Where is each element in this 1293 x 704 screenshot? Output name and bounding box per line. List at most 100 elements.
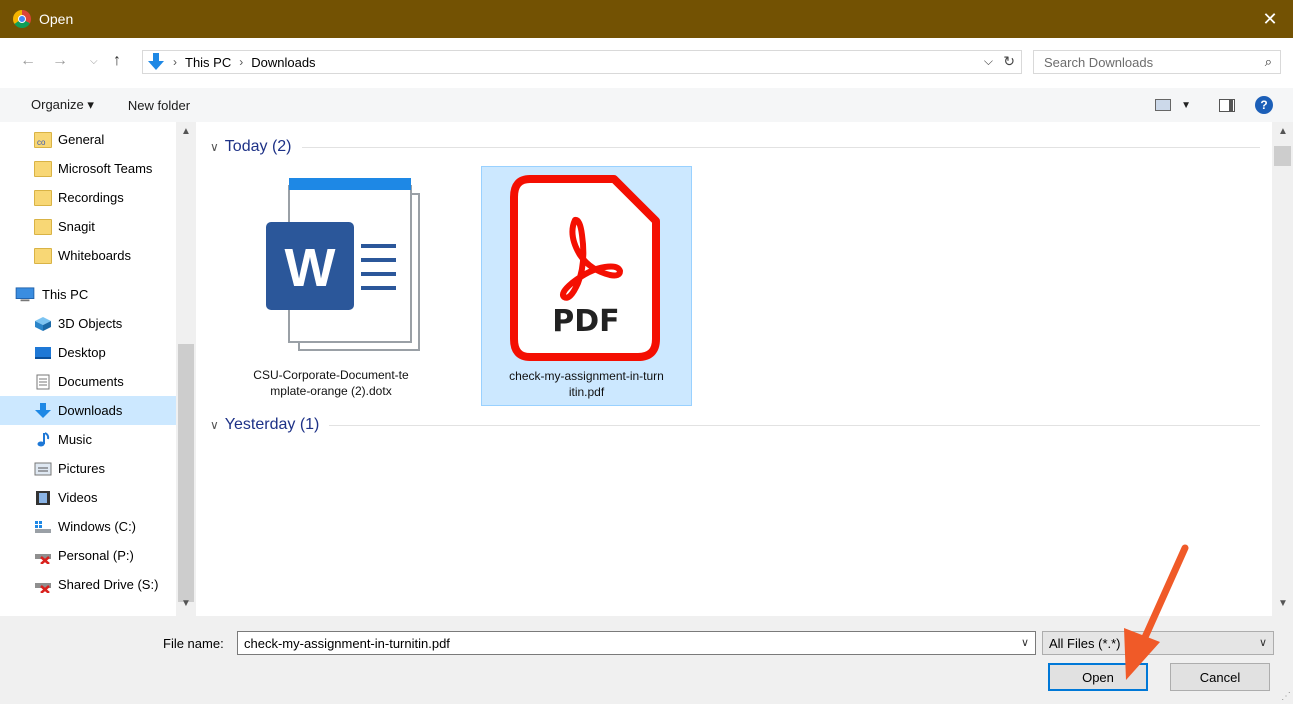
- desktop-icon: [35, 346, 51, 359]
- download-icon: [148, 53, 164, 70]
- nav-item-pictures[interactable]: Pictures: [0, 454, 176, 483]
- up-arrow-icon[interactable]: ↑: [113, 52, 121, 70]
- nav-item-label: Downloads: [58, 403, 123, 418]
- nav-item-label: This PC: [42, 287, 89, 302]
- nav-item-snagit[interactable]: Snagit: [0, 212, 176, 241]
- folder-icon: [34, 160, 52, 177]
- resize-grip-icon[interactable]: ⋰: [1281, 691, 1291, 702]
- computer-icon: [15, 286, 35, 301]
- preview-pane-icon[interactable]: [1219, 98, 1235, 112]
- scroll-up-icon[interactable]: ▲: [1278, 126, 1288, 137]
- breadcrumb-separator: ›: [239, 55, 244, 69]
- nav-item-3d-objects[interactable]: 3D Objects: [0, 309, 176, 338]
- file-name-value: check-my-assignment-in-turnitin.pdf: [244, 635, 450, 651]
- scroll-down-icon[interactable]: ▼: [181, 598, 191, 609]
- nav-item-label: Windows (C:): [58, 519, 137, 534]
- new-folder-button[interactable]: New folder: [128, 98, 190, 113]
- group-divider: [301, 146, 1260, 148]
- file-type-value: All Files (*.*): [1049, 635, 1121, 651]
- chevron-down-icon[interactable]: ∨: [1021, 636, 1029, 649]
- nav-item-shared-drive-s[interactable]: Shared Drive (S:): [0, 570, 176, 599]
- recent-locations-chevron-icon[interactable]: ⌵: [90, 56, 98, 67]
- nav-item-desktop[interactable]: Desktop: [0, 338, 176, 367]
- nav-item-downloads[interactable]: Downloads: [0, 396, 176, 425]
- title-bar: Open ✕: [0, 0, 1293, 38]
- search-input[interactable]: Search Downloads ⌕: [1033, 50, 1281, 74]
- chevron-down-icon: ∨: [210, 418, 219, 432]
- file-item-word-template[interactable]: W CSU-Corporate-Document-te mplate-orang…: [226, 168, 436, 404]
- view-options-chevron-icon[interactable]: ▼: [1181, 100, 1191, 111]
- help-button[interactable]: ?: [1255, 96, 1273, 114]
- group-label: Yesterday (1): [224, 416, 320, 433]
- file-name: itin.pdf: [568, 385, 605, 399]
- chevron-down-icon[interactable]: ∨: [1259, 636, 1267, 649]
- cube-icon: [35, 316, 51, 331]
- nav-item-label: Music: [58, 432, 92, 447]
- open-button[interactable]: Open: [1048, 663, 1148, 691]
- nav-item-recordings[interactable]: Recordings: [0, 183, 176, 212]
- file-name-label: File name:: [163, 636, 224, 651]
- scroll-up-icon[interactable]: ▲: [181, 126, 191, 137]
- breadcrumb-downloads[interactable]: Downloads: [247, 55, 319, 70]
- nav-item-label: Desktop: [58, 345, 106, 360]
- nav-item-label: Personal (P:): [58, 548, 134, 563]
- file-name: CSU-Corporate-Document-te: [253, 368, 409, 382]
- nav-item-label: General: [58, 132, 105, 147]
- nav-item-label: Shared Drive (S:): [58, 577, 159, 592]
- address-dropdown-icon[interactable]: ⌵: [984, 54, 993, 69]
- nav-item-microsoft-teams[interactable]: Microsoft Teams: [0, 154, 176, 183]
- folder-icon: [34, 189, 52, 206]
- nav-item-videos[interactable]: Videos: [0, 483, 176, 512]
- music-note-icon: [37, 431, 50, 446]
- address-row: ← → ⌵ ↑ › This PC › Downloads ⌵ ↻ Search…: [0, 38, 1293, 88]
- download-icon: [35, 402, 51, 418]
- change-view-icon[interactable]: [1155, 99, 1172, 111]
- forward-arrow-icon[interactable]: →: [52, 52, 68, 70]
- nav-item-label: Videos: [58, 490, 98, 505]
- documents-icon: [36, 374, 50, 389]
- nav-item-label: Recordings: [58, 190, 124, 205]
- video-film-icon: [36, 490, 50, 505]
- group-label: Today (2): [224, 138, 292, 155]
- group-header-today[interactable]: ∨ Today (2): [210, 138, 1260, 156]
- file-name-input[interactable]: check-my-assignment-in-turnitin.pdf ∨: [237, 631, 1036, 655]
- scroll-down-icon[interactable]: ▼: [1278, 598, 1288, 609]
- command-bar: Organize ▾ New folder ▼ ?: [0, 88, 1293, 122]
- nav-item-personal-p[interactable]: Personal (P:): [0, 541, 176, 570]
- refresh-icon[interactable]: ↻: [1003, 53, 1015, 70]
- breadcrumb-this-pc[interactable]: This PC: [181, 55, 235, 70]
- disconnected-drive-icon: [35, 553, 51, 564]
- group-divider: [329, 424, 1260, 426]
- nav-item-label: Microsoft Teams: [58, 161, 153, 176]
- cancel-button[interactable]: Cancel: [1170, 663, 1270, 691]
- organize-button[interactable]: Organize ▾: [31, 97, 94, 113]
- file-list: ∨ Today (2) W CSU-Corporate-Document-te …: [196, 122, 1272, 616]
- back-arrow-icon[interactable]: ←: [20, 52, 36, 70]
- nav-item-this-pc[interactable]: This PC: [0, 280, 176, 309]
- nav-item-documents[interactable]: Documents: [0, 367, 176, 396]
- content-scrollbar[interactable]: ▲ ▼: [1272, 122, 1293, 616]
- scrollbar-thumb[interactable]: [178, 344, 194, 602]
- scrollbar-thumb[interactable]: [1274, 146, 1291, 166]
- nav-scrollbar[interactable]: ▲ ▼: [176, 122, 196, 616]
- file-item-pdf[interactable]: PDF check-my-assignment-in-turn itin.pdf: [481, 166, 692, 406]
- address-bar[interactable]: › This PC › Downloads ⌵ ↻: [142, 50, 1022, 74]
- chrome-icon: [13, 10, 31, 28]
- word-letter: W: [285, 238, 336, 298]
- disconnected-drive-icon: [35, 582, 51, 593]
- nav-item-label: Whiteboards: [58, 248, 131, 263]
- nav-item-label: Snagit: [58, 219, 95, 234]
- nav-item-label: Documents: [58, 374, 124, 389]
- search-icon[interactable]: ⌕: [1265, 54, 1272, 70]
- word-document-icon: W: [266, 178, 420, 351]
- nav-item-windows-c[interactable]: Windows (C:): [0, 512, 176, 541]
- pdf-document-icon: PDF: [510, 175, 660, 361]
- file-type-select[interactable]: All Files (*.*) ∨: [1042, 631, 1274, 655]
- nav-item-general[interactable]: co General: [0, 125, 176, 154]
- nav-item-music[interactable]: Music: [0, 425, 176, 454]
- dialog-footer: File name: check-my-assignment-in-turnit…: [0, 616, 1293, 704]
- group-header-yesterday[interactable]: ∨ Yesterday (1): [210, 416, 1260, 434]
- pictures-icon: [34, 462, 52, 475]
- close-button[interactable]: ✕: [1247, 0, 1293, 38]
- nav-item-whiteboards[interactable]: Whiteboards: [0, 241, 176, 270]
